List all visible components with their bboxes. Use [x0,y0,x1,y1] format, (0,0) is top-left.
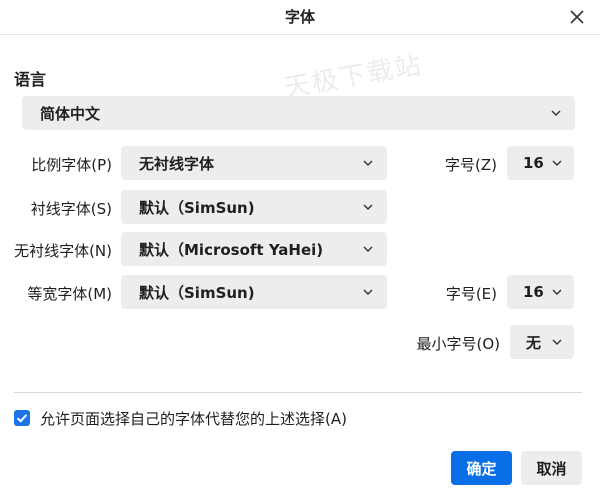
font-size-select[interactable]: 16 [507,146,574,180]
language-select[interactable]: 简体中文 [22,96,575,130]
serif-font-value: 默认（SimSun) [139,198,255,217]
chevron-down-icon [363,289,373,295]
sans-serif-font-label: 无衬线字体(N) [14,242,112,260]
allow-page-fonts-checkbox[interactable] [14,410,30,426]
chevron-down-icon [551,110,561,116]
ok-button[interactable]: 确定 [451,451,512,485]
monospace-size-select[interactable]: 16 [507,275,574,309]
minimum-size-label: 最小字号(O) [416,335,500,353]
chevron-down-icon [363,246,373,252]
chevron-down-icon [552,339,562,345]
minimum-size-value: 无 [526,333,542,352]
language-section-label: 语言 [14,70,47,89]
monospace-font-value: 默认（SimSun) [139,283,255,302]
font-size-label: 字号(Z) [445,156,497,174]
title-bar: 字体 [0,0,600,35]
dialog-title: 字体 [284,8,315,26]
checkmark-icon [16,414,28,423]
serif-font-label: 衬线字体(S) [30,200,112,218]
cancel-button[interactable]: 取消 [521,451,582,485]
close-icon[interactable] [568,8,586,26]
language-select-value: 简体中文 [40,104,101,123]
chevron-down-icon [363,160,373,166]
monospace-font-select[interactable]: 默认（SimSun) [121,275,387,309]
sans-serif-font-value: 默认（Microsoft YaHei) [139,240,324,259]
sans-serif-font-select[interactable]: 默认（Microsoft YaHei) [121,232,387,266]
font-size-value: 16 [523,154,544,172]
monospace-size-label: 字号(E) [445,285,497,303]
divider [14,392,582,393]
minimum-size-select[interactable]: 无 [510,325,574,359]
monospace-font-label: 等宽字体(M) [27,285,112,303]
chevron-down-icon [552,289,562,295]
chevron-down-icon [363,204,373,210]
allow-page-fonts-label[interactable]: 允许页面选择自己的字体代替您的上述选择(A) [40,408,347,429]
proportional-font-label: 比例字体(P) [31,156,112,174]
chevron-down-icon [552,160,562,166]
monospace-size-value: 16 [523,283,544,301]
serif-font-select[interactable]: 默认（SimSun) [121,190,387,224]
proportional-font-value: 无衬线字体 [139,154,215,173]
proportional-font-select[interactable]: 无衬线字体 [121,146,387,180]
